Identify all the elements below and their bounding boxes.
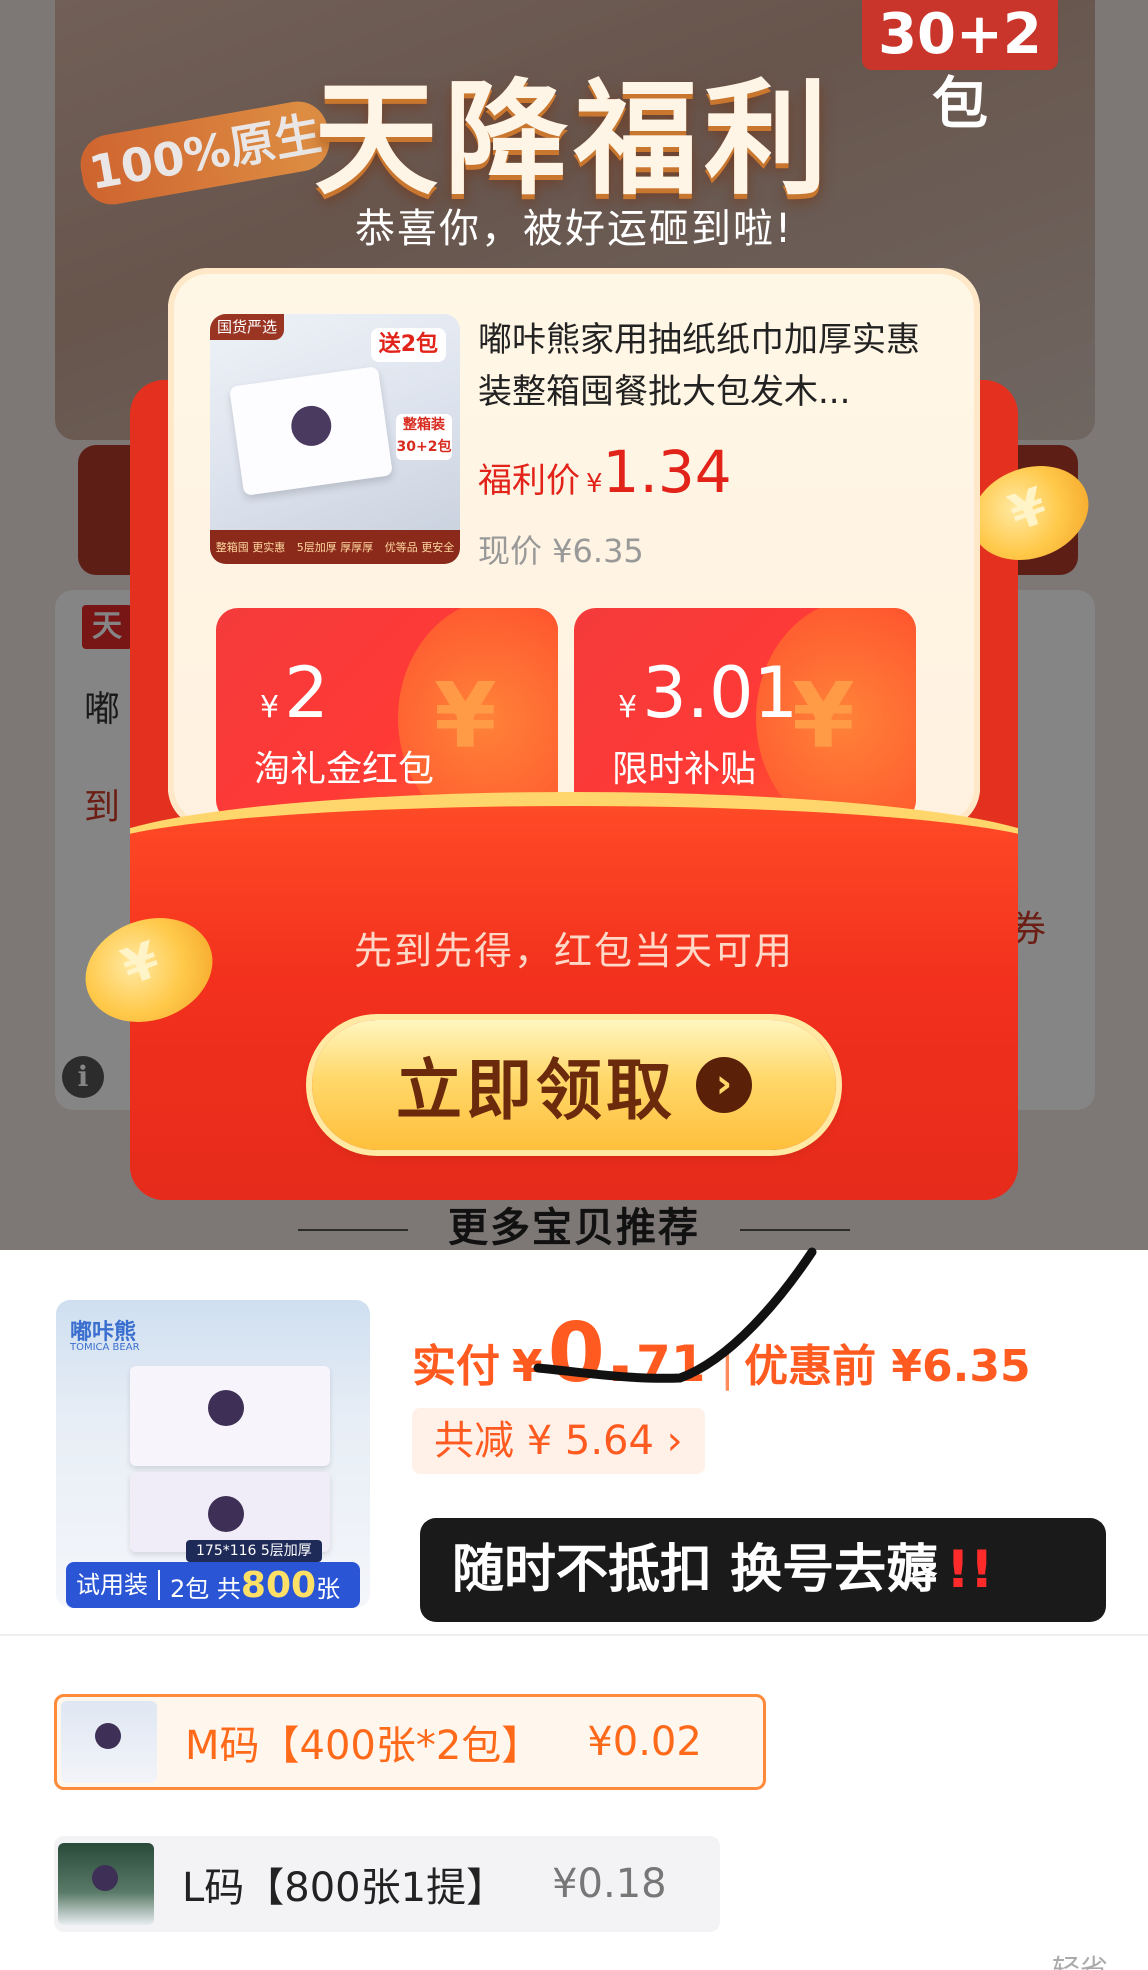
brand-logo-sub: TOMICA BEAR [70, 1342, 140, 1353]
claim-label: 立即领取 [396, 1052, 676, 1129]
coupon-amount: ¥ 3.01 [618, 652, 798, 734]
double-exclamation-icon: !! [946, 1540, 994, 1600]
divider [0, 1634, 1148, 1636]
package-tag: 整箱装 30+2包 [396, 414, 452, 460]
trial-label: 试用装 [66, 1570, 160, 1600]
package-graphic [130, 1366, 330, 1466]
sku-option-m[interactable]: M码【400张*2包】 ¥0.02 [54, 1694, 766, 1790]
coupon-currency: ¥ [618, 690, 638, 725]
claim-button[interactable]: 立即领取 › [312, 1020, 836, 1150]
corner-text: 轻省 [1051, 1953, 1108, 1970]
feature-item: 优等品 更安全 [384, 541, 455, 554]
feature-item: 5层加厚 厚厚厚 [296, 541, 374, 554]
envelope-note: 先到先得，红包当天可用 [353, 929, 794, 973]
trial-prefix: 2包 共 [170, 1574, 241, 1603]
popup-product[interactable]: 国货严选 送2包 整箱装 30+2包 整箱囤 更实惠 5层加厚 厚厚厚 优等品 … [210, 314, 940, 570]
feature-item: 整箱囤 更实惠 [215, 541, 286, 554]
coupon-amount: ¥ 2 [260, 652, 329, 734]
package-graphic [229, 366, 393, 496]
product-title: 嘟咔熊家用抽纸纸巾加厚实惠装整箱囤餐批大包发木... [478, 320, 920, 412]
popup-headline: 天降福利 [313, 68, 834, 212]
image-gift-tag: 送2包 [370, 328, 446, 362]
sku-thumbnail [58, 1843, 154, 1925]
coupon-desc: 限时补贴 [612, 749, 757, 790]
coupon-currency: ¥ [260, 690, 280, 725]
product-spec: 175*116 5层加厚 [186, 1540, 322, 1562]
trial-number: 800 [240, 1564, 317, 1606]
popup-subhead: 恭喜你，被好运砸到啦! [354, 206, 794, 252]
current-price: 现价 ¥6.35 [478, 532, 644, 570]
chevron-right-icon: › [696, 1057, 752, 1113]
welfare-value: 1.34 [602, 438, 732, 506]
image-tag: 国货严选 [210, 314, 284, 340]
coupon-value: 3.01 [642, 652, 799, 734]
sku-price: ¥0.02 [587, 1719, 702, 1765]
welfare-price: 福利价 ¥1.34 [478, 438, 732, 506]
recommended-product-image[interactable]: 嘟咔熊 TOMICA BEAR 175*116 5层加厚 试用装 2包 共800… [56, 1300, 370, 1608]
trial-count: 2包 共800张 [160, 1565, 340, 1606]
product-image: 国货严选 送2包 整箱装 30+2包 整箱囤 更实惠 5层加厚 厚厚厚 优等品 … [210, 314, 460, 564]
welfare-currency: ¥ [586, 469, 603, 499]
sku-option-l[interactable]: L码【800张1提】 ¥0.18 [54, 1836, 720, 1932]
image-feature-strip: 整箱囤 更实惠 5层加厚 厚厚厚 优等品 更安全 [210, 530, 460, 564]
coupon-card: ¥ 3.01 限时补贴 [574, 608, 916, 822]
checkmark-annotation [533, 1247, 817, 1383]
sku-name: L码【800张1提】 [182, 1865, 507, 1911]
coupon-value: 2 [284, 652, 329, 734]
annotation-banner: 随时不抵扣 换号去薅!! [420, 1518, 1106, 1622]
sku-price: ¥0.18 [552, 1861, 667, 1907]
paid-label: 实付 [412, 1341, 500, 1392]
welfare-label: 福利价 [478, 461, 580, 501]
sku-name: M码【400张*2包】 [185, 1723, 542, 1769]
trial-unit: 张 [316, 1574, 341, 1603]
trial-banner: 试用装 2包 共800张 [66, 1562, 360, 1608]
coupon-card: ¥ 2 淘礼金红包 [216, 608, 558, 822]
sku-thumbnail [61, 1701, 157, 1783]
coupon-desc: 淘礼金红包 [254, 749, 435, 790]
annotation-text: 随时不抵扣 换号去薅 [452, 1540, 939, 1600]
